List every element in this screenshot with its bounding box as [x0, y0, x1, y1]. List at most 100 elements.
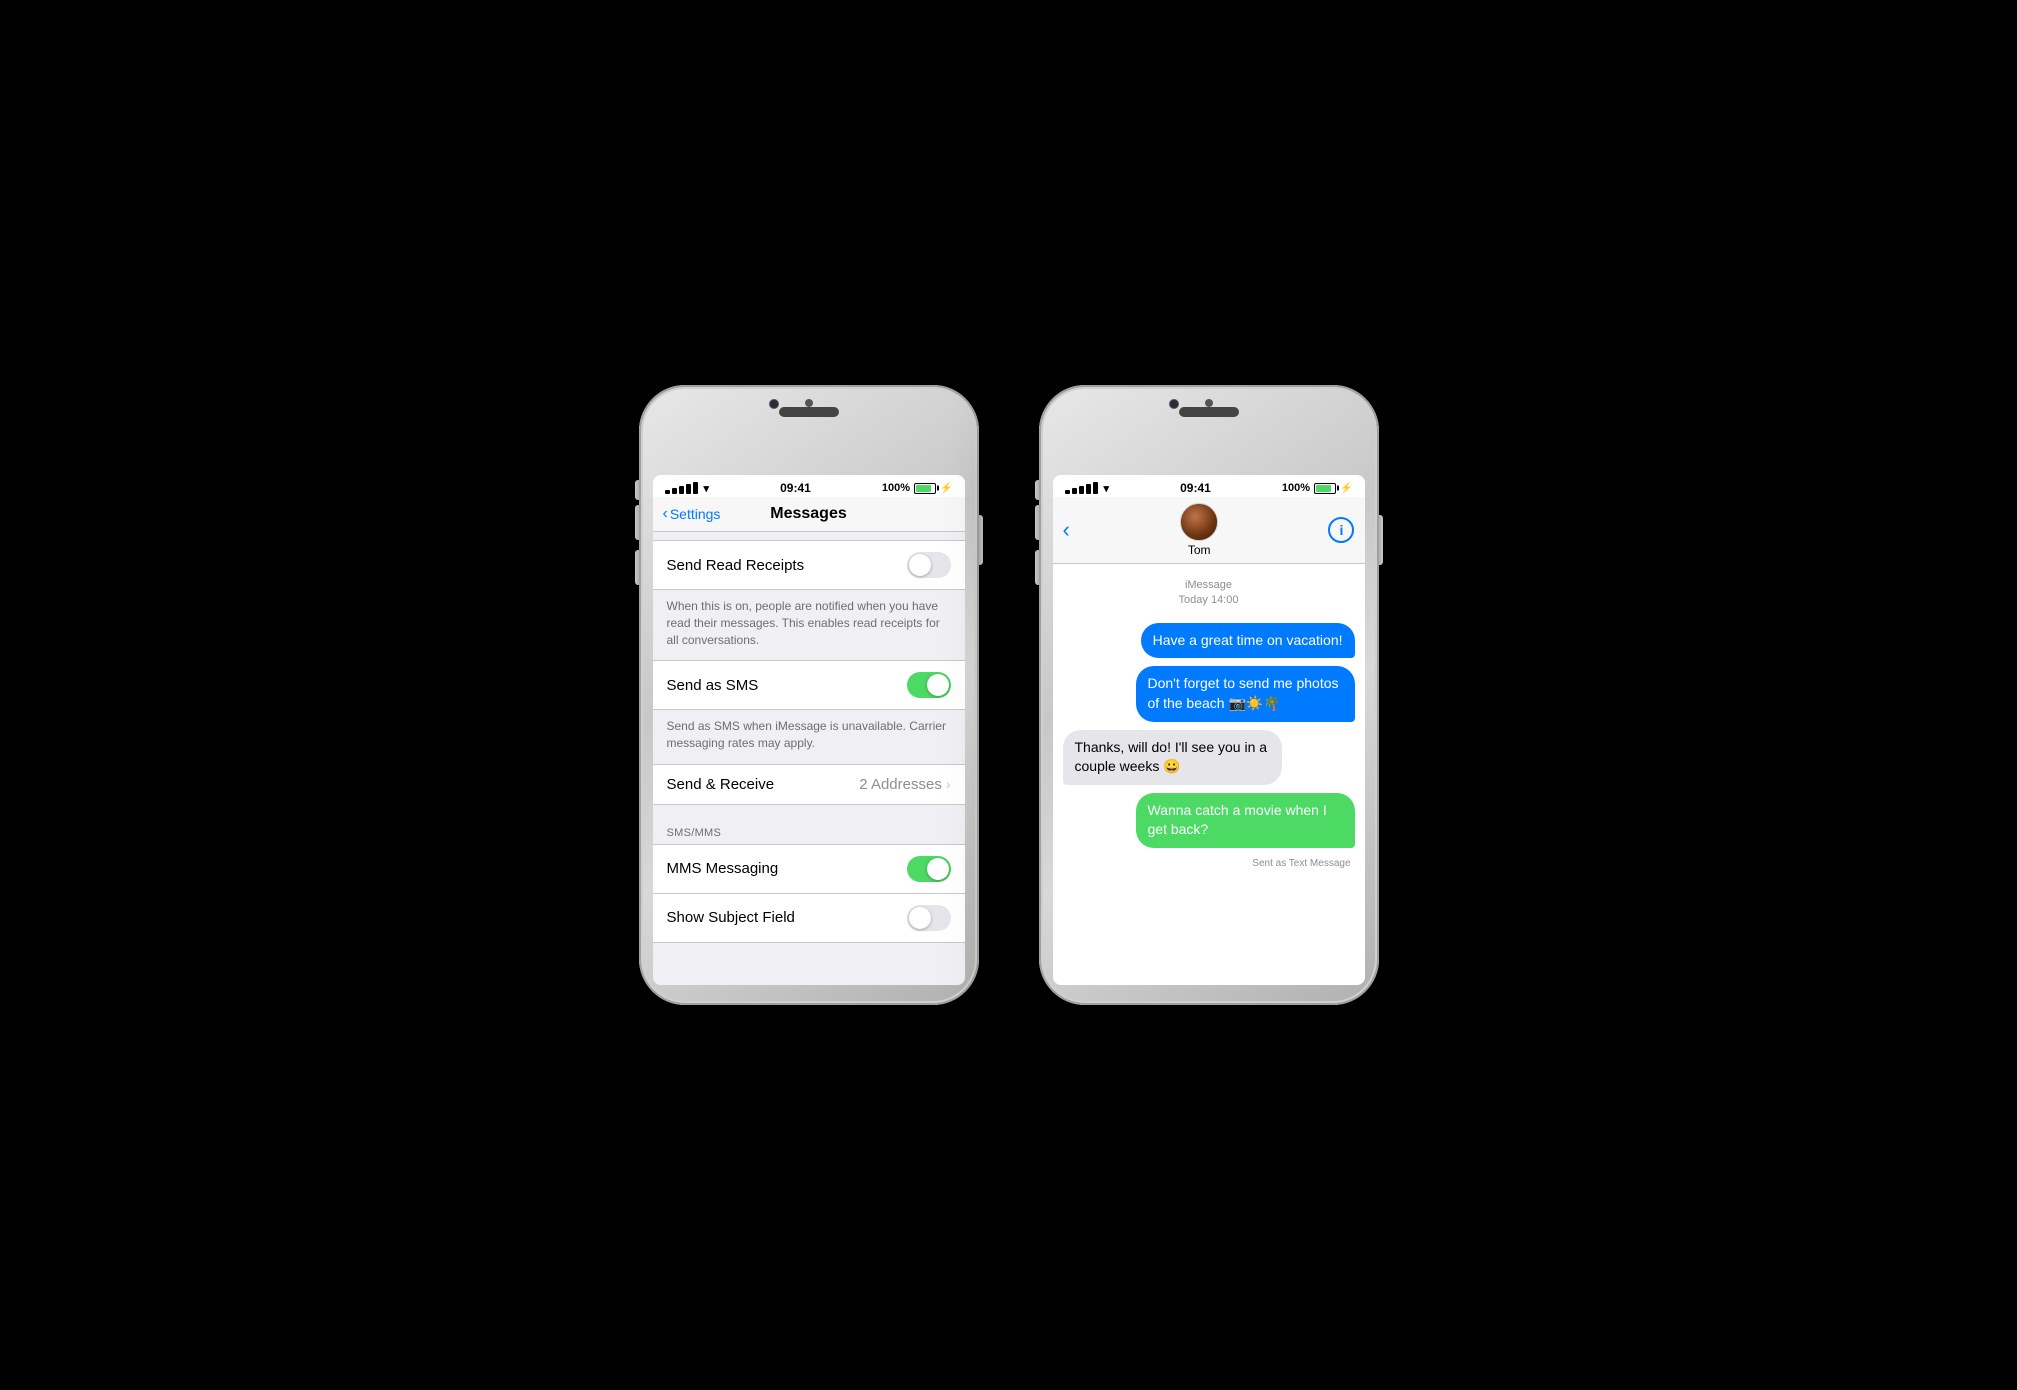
- battery: [914, 483, 936, 494]
- charging-icon-2: ⚡: [1340, 483, 1352, 494]
- iphone-imessage: ▾ 09:41 100% ⚡ ‹: [1039, 385, 1379, 1005]
- bubble-text-1: Have a great time on vacation!: [1153, 632, 1343, 648]
- avatar-image: [1181, 504, 1217, 540]
- sent-as-text-label: Sent as Text Message: [1063, 858, 1355, 869]
- back-button[interactable]: ‹ Settings: [663, 505, 721, 523]
- sms-section-header: SMS/MMS: [653, 813, 965, 844]
- volume-down-button-2[interactable]: [1035, 550, 1039, 585]
- battery-shell: [914, 483, 936, 494]
- settings-row-send-receive[interactable]: Send & Receive 2 Addresses ›: [653, 764, 965, 805]
- sms-section-spacer: [653, 805, 965, 813]
- settings-list: Send Read Receipts When this is on, peop…: [653, 532, 965, 985]
- status-right: 100% ⚡: [882, 482, 953, 494]
- bubble-text-4: Wanna catch a movie when I get back?: [1148, 802, 1327, 838]
- message-row-1: Have a great time on vacation!: [1063, 623, 1355, 659]
- battery-percent-2: 100%: [1282, 482, 1310, 494]
- wifi-icon: ▾: [704, 482, 710, 495]
- send-sms-toggle[interactable]: [907, 672, 951, 698]
- battery-fill: [916, 485, 931, 492]
- signal-bars: [665, 482, 698, 494]
- battery-2: [1314, 483, 1336, 494]
- send-receive-label: Send & Receive: [667, 776, 775, 793]
- volume-down-button[interactable]: [635, 550, 639, 585]
- read-receipts-footer: When this is on, people are notified whe…: [653, 590, 965, 660]
- iphone-settings: ▾ 09:41 100% ⚡ ‹ Settings: [639, 385, 979, 1005]
- signal-bars-2: [1065, 482, 1098, 494]
- volume-up-button-2[interactable]: [1035, 505, 1039, 540]
- mms-label: MMS Messaging: [667, 860, 779, 877]
- imessage-nav-bar: ‹ Tom i: [1053, 497, 1365, 564]
- message-row-4: Wanna catch a movie when I get back?: [1063, 793, 1355, 848]
- toggle-knob-4: [909, 907, 931, 929]
- info-button[interactable]: i: [1328, 517, 1354, 543]
- s2: [1072, 488, 1077, 494]
- send-sms-footer: Send as SMS when iMessage is unavailable…: [653, 710, 965, 764]
- signal-dot-4: [686, 484, 691, 494]
- s5: [1093, 482, 1098, 494]
- imessage-back-button[interactable]: ‹: [1063, 519, 1070, 541]
- chevron-left-icon: ‹: [663, 505, 668, 523]
- bubble-2: Don't forget to send me photos of the be…: [1136, 666, 1355, 721]
- timestamp-line2: Today 14:00: [1063, 593, 1355, 608]
- mms-toggle[interactable]: [907, 856, 951, 882]
- timestamp: iMessage Today 14:00: [1063, 578, 1355, 609]
- messages-area: iMessage Today 14:00 Have a great time o…: [1053, 564, 1365, 985]
- back-label[interactable]: Settings: [670, 506, 721, 522]
- read-receipts-label: Send Read Receipts: [667, 557, 805, 574]
- timestamp-line1: iMessage: [1063, 578, 1355, 593]
- bubble-1: Have a great time on vacation!: [1141, 623, 1355, 659]
- settings-row-send-sms[interactable]: Send as SMS: [653, 660, 965, 710]
- status-time: 09:41: [780, 481, 811, 495]
- status-bar: ▾ 09:41 100% ⚡: [653, 475, 965, 497]
- contact-name: Tom: [1188, 543, 1211, 557]
- message-row-2: Don't forget to send me photos of the be…: [1063, 666, 1355, 721]
- mute-switch[interactable]: [635, 480, 639, 500]
- signal-dot-2: [672, 488, 677, 494]
- settings-nav-bar: ‹ Settings Messages: [653, 497, 965, 532]
- mute-switch-2[interactable]: [1035, 480, 1039, 500]
- toggle-knob: [909, 554, 931, 576]
- imessage-screen: ▾ 09:41 100% ⚡ ‹: [1053, 475, 1365, 985]
- settings-row-mms[interactable]: MMS Messaging: [653, 844, 965, 894]
- bubble-3: Thanks, will do! I'll see you in a coupl…: [1063, 730, 1282, 785]
- page-title: Messages: [770, 505, 847, 523]
- status-bar-2: ▾ 09:41 100% ⚡: [1053, 475, 1365, 497]
- bubble-4: Wanna catch a movie when I get back?: [1136, 793, 1355, 848]
- send-sms-label: Send as SMS: [667, 677, 759, 694]
- camera: [769, 399, 779, 409]
- s4: [1086, 484, 1091, 494]
- s3: [1079, 486, 1084, 494]
- scene: ▾ 09:41 100% ⚡ ‹ Settings: [599, 345, 1419, 1045]
- read-receipts-toggle[interactable]: [907, 552, 951, 578]
- info-icon: i: [1340, 522, 1344, 538]
- avatar: [1180, 503, 1218, 541]
- charging-icon: ⚡: [940, 483, 952, 494]
- status-time-2: 09:41: [1180, 481, 1211, 495]
- chevron-icon: ›: [946, 776, 951, 792]
- volume-up-button[interactable]: [635, 505, 639, 540]
- camera-2: [1169, 399, 1179, 409]
- contact-info[interactable]: Tom: [1180, 503, 1218, 557]
- signal-dot-3: [679, 486, 684, 494]
- signal-dot-5: [693, 482, 698, 494]
- send-receive-detail: 2 Addresses ›: [859, 776, 950, 793]
- battery-percent: 100%: [882, 482, 910, 494]
- message-row-3: Thanks, will do! I'll see you in a coupl…: [1063, 730, 1355, 785]
- s1: [1065, 490, 1070, 494]
- subject-label: Show Subject Field: [667, 909, 795, 926]
- subject-toggle[interactable]: [907, 905, 951, 931]
- settings-row-subject[interactable]: Show Subject Field: [653, 894, 965, 943]
- bubble-text-3: Thanks, will do! I'll see you in a coupl…: [1075, 739, 1268, 775]
- settings-screen: ▾ 09:41 100% ⚡ ‹ Settings: [653, 475, 965, 985]
- toggle-knob-3: [927, 858, 949, 880]
- speaker-2: [1179, 407, 1239, 417]
- wifi-icon-2: ▾: [1104, 482, 1110, 495]
- status-left: ▾: [665, 482, 710, 495]
- signal-dot-1: [665, 490, 670, 494]
- side-button-2[interactable]: [1379, 515, 1383, 565]
- side-button[interactable]: [979, 515, 983, 565]
- speaker: [779, 407, 839, 417]
- battery-shell-2: [1314, 483, 1336, 494]
- section-separator: [653, 532, 965, 540]
- settings-row-read-receipts[interactable]: Send Read Receipts: [653, 540, 965, 590]
